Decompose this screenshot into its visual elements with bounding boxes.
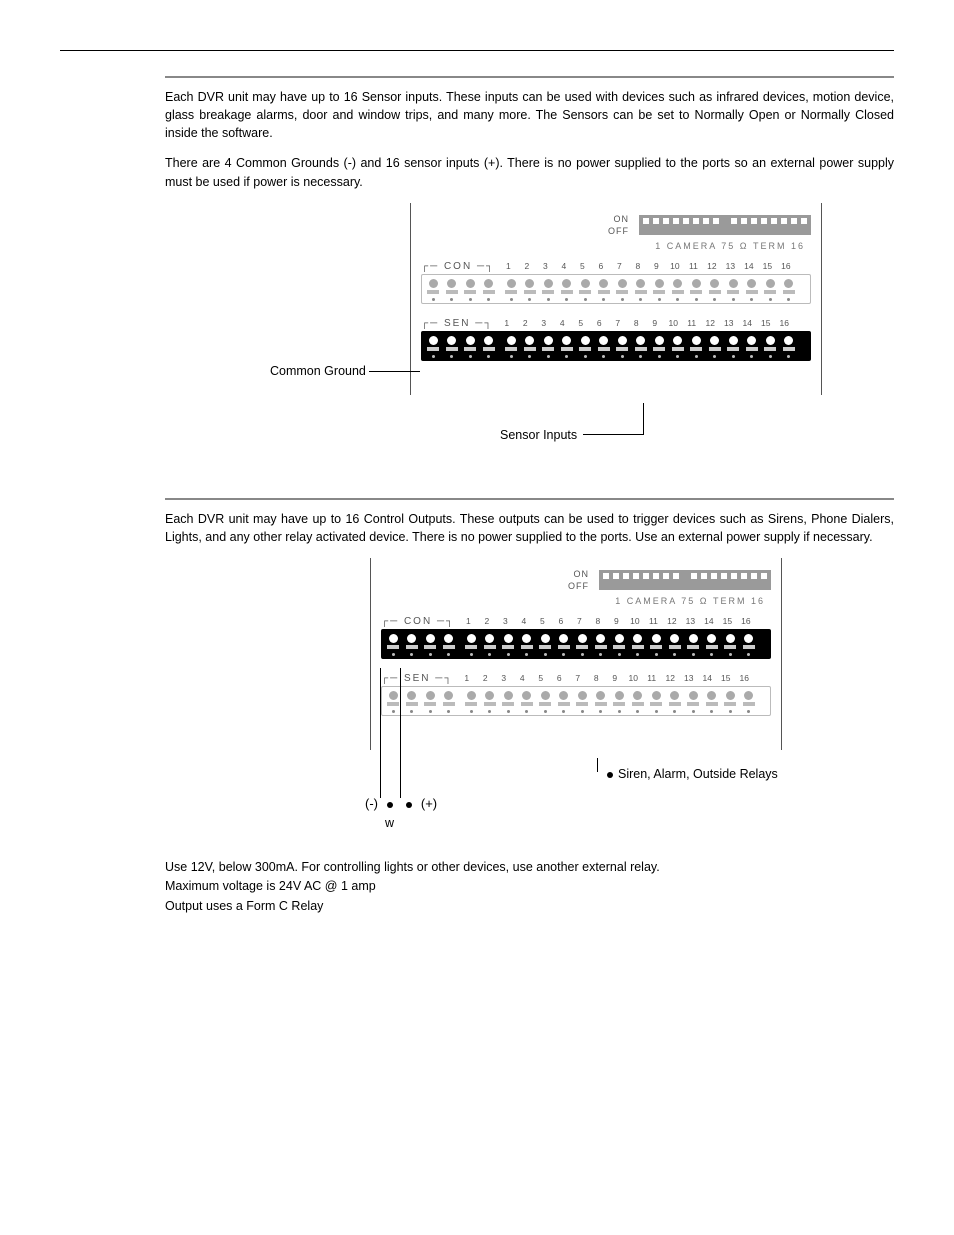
w-label: w: [385, 816, 394, 830]
sen-bracket-2: ┌─ SEN ─┐: [381, 673, 453, 684]
sensor-figure: ON OFF 1 CAMERA 75 Ω TERM 16 ┌─ CON ─┐ 1…: [165, 203, 894, 463]
control-figure: ON OFF 1 CAMERA 75 Ω TERM 16 ┌─ CON ─┐ 1…: [165, 558, 894, 838]
dip-labels-2: ON OFF: [568, 568, 589, 592]
control-output-section: Each DVR unit may have up to 16 Control …: [165, 498, 894, 916]
dip-labels: ON OFF: [608, 213, 629, 237]
dip-on-label: ON: [614, 213, 630, 225]
page: Each DVR unit may have up to 16 Sensor i…: [0, 0, 954, 1011]
sensor-inputs-label: Sensor Inputs: [500, 428, 577, 442]
con-bracket-2: ┌─ CON ─┐: [381, 616, 455, 627]
polarity-dots: (-) (+): [365, 796, 437, 811]
neg-wire: [380, 668, 381, 798]
relay-label: Siren, Alarm, Outside Relays: [602, 767, 778, 781]
sensor-paragraph-2: There are 4 Common Grounds (-) and 16 se…: [165, 154, 894, 190]
sensor-panel: ON OFF 1 CAMERA 75 Ω TERM 16 ┌─ CON ─┐ 1…: [410, 203, 822, 395]
con-row: ┌─ CON ─┐ 12345678910111213141516: [421, 261, 811, 304]
dip-switch-area-2: ON OFF: [381, 568, 771, 592]
dip-off-label: OFF: [608, 225, 629, 237]
spec-list: Use 12V, below 300mA. For controlling li…: [165, 858, 894, 916]
dip-switch-area: ON OFF: [421, 213, 811, 237]
control-paragraph-1: Each DVR unit may have up to 16 Control …: [165, 510, 894, 546]
sensor-inputs-leader-v: [643, 403, 644, 435]
header-rule: [60, 50, 894, 51]
dip-switch-bank-2: [599, 570, 771, 590]
sensor-inputs-leader: [583, 434, 643, 435]
sensor-paragraph-1: Each DVR unit may have up to 16 Sensor i…: [165, 88, 894, 142]
sen-row-2: ┌─ SEN ─┐ 12345678910111213141516: [381, 673, 771, 716]
dip-on-label-2: ON: [574, 568, 590, 580]
dip-off-label-2: OFF: [568, 580, 589, 592]
control-panel: ON OFF 1 CAMERA 75 Ω TERM 16 ┌─ CON ─┐ 1…: [370, 558, 782, 750]
dip-switch-bank: [639, 215, 811, 235]
termination-label: 1 CAMERA 75 Ω TERM 16: [421, 241, 805, 251]
spec-line-3: Output uses a Form C Relay: [165, 897, 894, 916]
spec-line-1: Use 12V, below 300mA. For controlling li…: [165, 858, 894, 877]
common-ground-label: Common Ground: [270, 364, 366, 378]
sen-bracket: ┌─ SEN ─┐: [421, 318, 493, 329]
sen-terminal-strip: [421, 331, 811, 361]
pos-label: (+): [421, 796, 437, 811]
common-ground-leader: [369, 371, 420, 372]
con-terminal-strip-2: [381, 629, 771, 659]
sen-terminal-strip-2: [381, 686, 771, 716]
neg-label: (-): [365, 796, 378, 811]
termination-label-2: 1 CAMERA 75 Ω TERM 16: [381, 596, 765, 606]
con-terminal-strip: [421, 274, 811, 304]
sensor-section: Each DVR unit may have up to 16 Sensor i…: [165, 76, 894, 463]
con-row-2: ┌─ CON ─┐ 12345678910111213141516: [381, 616, 771, 659]
relay-leader-v: [597, 758, 598, 772]
pos-wire: [400, 668, 401, 798]
sen-row: ┌─ SEN ─┐ 12345678910111213141516: [421, 318, 811, 361]
spec-line-2: Maximum voltage is 24V AC @ 1 amp: [165, 877, 894, 896]
con-bracket: ┌─ CON ─┐: [421, 261, 495, 272]
